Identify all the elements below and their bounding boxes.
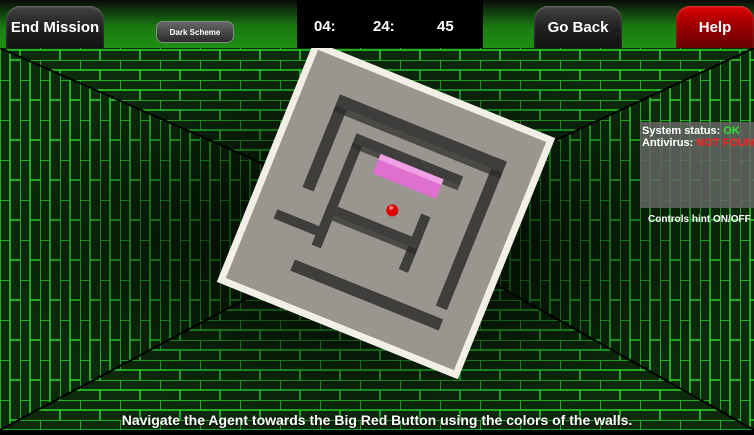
instruction-text: Navigate the Agent towards the Big Red B… [121,412,633,428]
timer-seconds: 24: [373,18,395,35]
timer-minutes: 04: [314,18,336,35]
antivirus-value: NOT FOUND [696,137,754,149]
end-mission-button[interactable]: End Mission [6,6,104,48]
controls-hint-toggle[interactable]: Controls hint ON/OFF [648,214,751,225]
go-back-button[interactable]: Go Back [534,6,622,48]
dark-scheme-button[interactable]: Dark Scheme [156,21,234,43]
antivirus-label: Antivirus: [642,137,694,149]
system-status-label: System status: [642,125,721,137]
status-panel: System status: OK Antivirus: NOT FOUND [640,122,754,208]
mission-timer: 04: 24: 45 [297,0,483,48]
help-button[interactable]: Help [676,6,754,48]
system-status-value: OK [723,125,740,137]
tunnel-view [0,40,754,431]
timer-centiseconds: 45 [437,18,454,35]
game-scene [0,0,754,431]
